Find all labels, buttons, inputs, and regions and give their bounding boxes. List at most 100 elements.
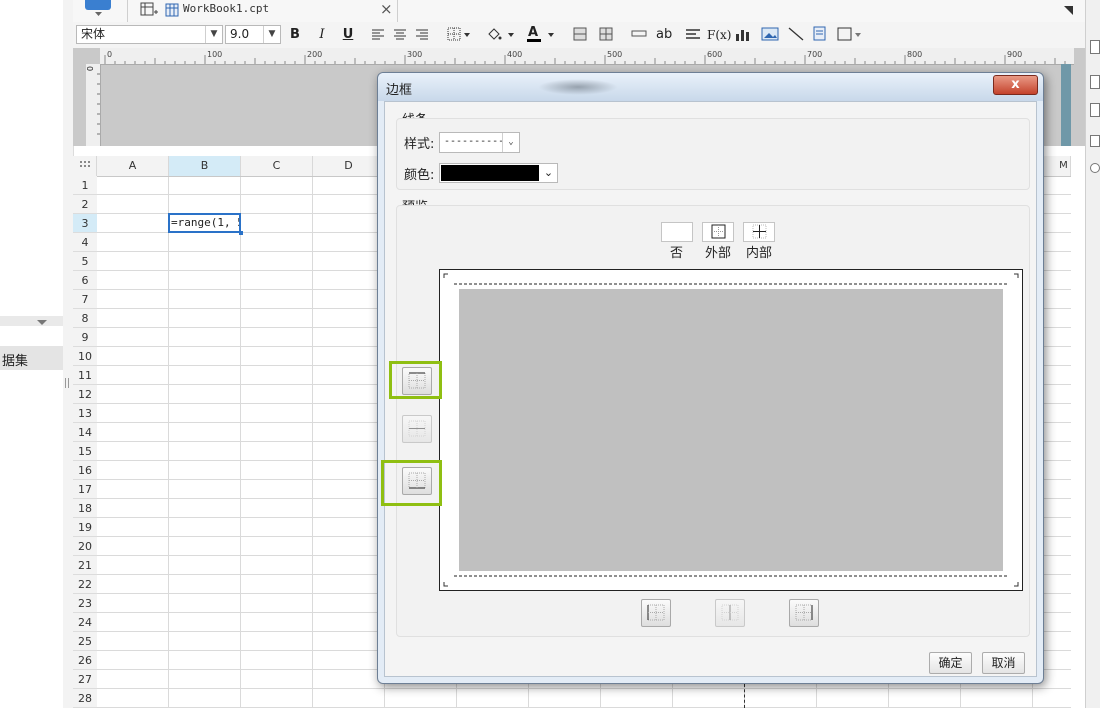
row-header-23[interactable]: 23 (73, 594, 97, 613)
row-header-11[interactable]: 11 (73, 366, 97, 385)
line-style-select[interactable]: ---------- ⌄ (439, 132, 520, 153)
font-name-select[interactable]: 宋体 ▼ (76, 25, 223, 44)
select-all-icon[interactable] (73, 156, 97, 176)
chevron-down-icon[interactable]: ⌄ (540, 164, 557, 182)
row-header-25[interactable]: 25 (73, 632, 97, 651)
bold-button[interactable]: B (288, 26, 302, 44)
color-swatch (441, 165, 539, 181)
app-menu-button[interactable] (85, 0, 111, 10)
row-header-16[interactable]: 16 (73, 461, 97, 480)
border-top-button[interactable] (402, 367, 432, 395)
chevron-down-icon[interactable]: ▼ (205, 26, 222, 43)
row-header-24[interactable]: 24 (73, 613, 97, 632)
titlebar-shadow (538, 79, 618, 95)
border-dialog: 边框 x 线条 样式: ---------- ⌄ 颜色: ⌄ 预览 否 外部 内… (377, 72, 1044, 684)
ruler-tick-label: 100 (207, 50, 222, 59)
unmerge-icon[interactable] (599, 27, 613, 41)
preset-none-button[interactable] (661, 222, 693, 242)
row-header-21[interactable]: 21 (73, 556, 97, 575)
formula-button[interactable]: F(x) (707, 26, 731, 44)
chart-icon[interactable] (735, 27, 751, 42)
border-left-button[interactable] (641, 599, 671, 627)
tab-close-icon[interactable]: × (380, 0, 393, 18)
row-header-9[interactable]: 9 (73, 328, 97, 347)
column-header-c[interactable]: C (241, 156, 313, 176)
row-header-18[interactable]: 18 (73, 499, 97, 518)
font-color-icon[interactable]: A (526, 24, 558, 44)
slash-icon[interactable] (787, 26, 805, 42)
chevron-down-icon (95, 12, 102, 16)
row-header-6[interactable]: 6 (73, 271, 97, 290)
border-right-button[interactable] (789, 599, 819, 627)
preview-drawing (443, 273, 1019, 587)
right-panel (1085, 0, 1100, 708)
border-middle-v-button[interactable] (715, 599, 745, 627)
underline-button[interactable]: U (341, 26, 355, 44)
panel-icon[interactable] (1090, 75, 1100, 89)
dialog-close-button[interactable]: x (993, 75, 1038, 95)
row-header-26[interactable]: 26 (73, 651, 97, 670)
merge-icon[interactable] (573, 27, 587, 41)
row-header-4[interactable]: 4 (73, 233, 97, 252)
border-icon[interactable] (447, 27, 471, 42)
row-header-7[interactable]: 7 (73, 290, 97, 309)
font-size-value: 9.0 (230, 27, 250, 41)
dialog-title-bar[interactable]: 边框 x (378, 73, 1043, 101)
line-color-select[interactable]: ⌄ (439, 163, 558, 183)
column-header-b[interactable]: B (169, 156, 241, 176)
chevron-down-icon[interactable]: ⌄ (502, 133, 519, 152)
row-header-17[interactable]: 17 (73, 480, 97, 499)
column-header-m[interactable]: M (1057, 156, 1071, 176)
row-header-1[interactable]: 1 (73, 176, 97, 195)
column-header-a[interactable]: A (97, 156, 169, 176)
image-icon[interactable] (761, 27, 779, 42)
panel-icon[interactable] (1090, 163, 1100, 173)
row-header-12[interactable]: 12 (73, 385, 97, 404)
border-preview-area[interactable] (439, 269, 1023, 591)
preset-inner-button[interactable] (743, 222, 775, 242)
row-header-3[interactable]: 3 (73, 214, 97, 233)
selected-cell-b3[interactable]: =range(1, 5 (168, 213, 241, 233)
border-center-icon (721, 604, 739, 621)
column-header-d[interactable]: D (313, 156, 385, 176)
row-header-2[interactable]: 2 (73, 195, 97, 214)
row-header-22[interactable]: 22 (73, 575, 97, 594)
font-size-select[interactable]: 9.0 ▼ (225, 25, 281, 44)
header-scrollbar[interactable] (1061, 64, 1071, 146)
ruler-tick-label: 200 (307, 50, 322, 59)
row-header-13[interactable]: 13 (73, 404, 97, 423)
row-header-15[interactable]: 15 (73, 442, 97, 461)
cancel-button[interactable]: 取消 (982, 652, 1025, 674)
expand-icon[interactable] (1061, 3, 1075, 17)
row-header-14[interactable]: 14 (73, 423, 97, 442)
panel-icon[interactable] (1090, 40, 1100, 54)
sub-report-icon[interactable] (813, 26, 827, 42)
panel-collapse-bar[interactable] (0, 316, 63, 326)
widget-icon[interactable] (837, 26, 863, 42)
fill-handle[interactable] (239, 231, 243, 235)
page-break-line (744, 684, 745, 708)
border-bottom-button[interactable] (402, 467, 432, 495)
row-header-20[interactable]: 20 (73, 537, 97, 556)
italic-button[interactable]: I (315, 26, 329, 44)
fill-color-icon[interactable] (486, 26, 516, 42)
row-header-5[interactable]: 5 (73, 252, 97, 271)
panel-icon[interactable] (1090, 135, 1100, 147)
text-field-icon[interactable] (631, 29, 647, 39)
row-header-27[interactable]: 27 (73, 670, 97, 689)
chevron-down-icon[interactable]: ▼ (263, 26, 280, 43)
row-header-19[interactable]: 19 (73, 518, 97, 537)
rich-text-icon[interactable] (685, 28, 701, 42)
align-right-icon (416, 29, 428, 40)
text-ab-button[interactable]: ab (656, 26, 672, 44)
ok-button[interactable]: 确定 (929, 652, 972, 674)
row-header-8[interactable]: 8 (73, 309, 97, 328)
preset-outer-button[interactable] (702, 222, 734, 242)
row-header-10[interactable]: 10 (73, 347, 97, 366)
new-report-icon[interactable] (139, 1, 159, 19)
dataset-label: 据集 (2, 354, 29, 369)
panel-icon[interactable] (1090, 103, 1100, 117)
row-header-28[interactable]: 28 (73, 689, 97, 708)
border-middle-h-button[interactable] (402, 415, 432, 443)
tab-title[interactable]: WorkBook1.cpt (183, 2, 269, 15)
